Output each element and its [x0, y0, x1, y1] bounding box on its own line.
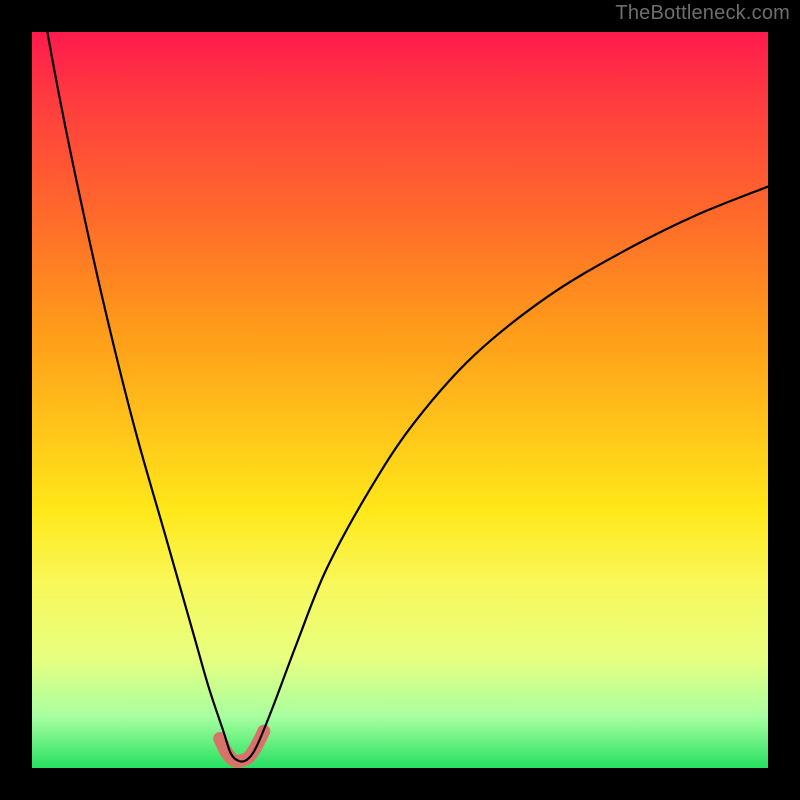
- plot-area: [32, 32, 768, 768]
- bottleneck-curve-path: [32, 0, 768, 762]
- watermark-text: TheBottleneck.com: [615, 2, 790, 25]
- chart-svg: [32, 32, 768, 768]
- chart-container: TheBottleneck.com: [0, 0, 800, 800]
